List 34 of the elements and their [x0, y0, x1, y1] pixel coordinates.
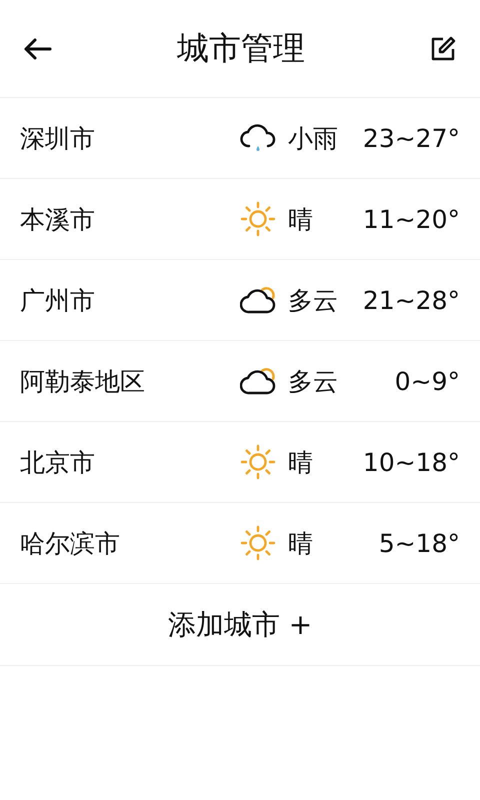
back-icon[interactable]	[22, 36, 52, 60]
city-row[interactable]: 阿勒泰地区 多云 0~9°	[0, 341, 480, 422]
sun-icon	[240, 525, 276, 561]
temperature-range: 11~20°	[362, 204, 460, 234]
city-name: 阿勒泰地区	[20, 366, 146, 398]
city-name: 哈尔滨市	[20, 528, 121, 560]
temperature-range: 21~28°	[362, 286, 460, 314]
city-row[interactable]: 本溪市 晴 11~20°	[0, 179, 480, 260]
city-row[interactable]: 深圳市 小雨 23~27°	[0, 98, 480, 179]
sun-icon	[240, 201, 276, 237]
add-city-button[interactable]: 添加城市 +	[160, 602, 320, 648]
temperature-range: 0~9°	[394, 366, 460, 396]
city-name: 广州市	[20, 284, 96, 316]
rain-cloud-icon	[240, 122, 276, 154]
city-name: 本溪市	[20, 204, 96, 236]
weather-condition: 多云	[288, 284, 338, 316]
city-row[interactable]: 北京市 晴 10~18°	[0, 422, 480, 503]
city-row[interactable]: 广州市 多云 21~28°	[0, 260, 480, 341]
city-name: 深圳市	[20, 122, 96, 154]
page-title: 城市管理	[177, 28, 305, 68]
weather-condition: 多云	[288, 366, 338, 398]
edit-icon[interactable]	[430, 36, 456, 62]
temperature-range: 23~27°	[362, 124, 460, 152]
cloud-sun-icon	[240, 365, 276, 397]
sun-icon	[240, 444, 276, 480]
weather-condition: 晴	[288, 528, 313, 560]
weather-condition: 晴	[288, 204, 313, 236]
temperature-range: 5~18°	[378, 528, 460, 558]
weather-condition: 晴	[288, 446, 313, 478]
weather-condition: 小雨	[288, 122, 338, 154]
city-name: 北京市	[20, 446, 96, 478]
temperature-range: 10~18°	[362, 448, 460, 476]
cloud-sun-icon	[240, 284, 276, 316]
city-row[interactable]: 哈尔滨市 晴 5~18°	[0, 503, 480, 584]
